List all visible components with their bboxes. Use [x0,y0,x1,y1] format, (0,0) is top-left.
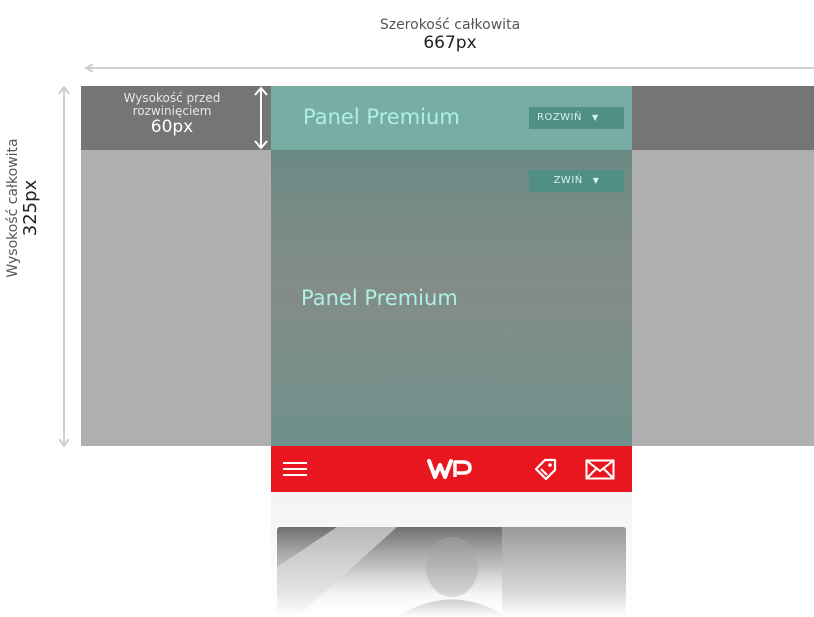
total-width-annotation: Szerokość całkowita 667px [340,16,560,52]
menu-icon[interactable] [283,461,307,477]
wp-header-bar [271,446,632,492]
width-arrow-icon [84,64,814,72]
height-arrow-icon [58,86,70,448]
panel-collapsed: Panel Premium ROZWIŃ ▼ [271,86,632,150]
mail-icon[interactable] [585,459,615,480]
article-photo-image [277,527,626,617]
pre-expand-label: Wysokość przed rozwinięciem [123,91,221,118]
panel-expanded: ZWIŃ ▼ Panel Premium [271,150,632,446]
total-width-value: 667px [423,33,477,53]
wp-logo-icon[interactable] [427,457,475,481]
expand-button-label: ROZWIŃ [537,112,582,123]
pre-expand-annotation: Wysokość przed rozwinięciem 60px [100,92,244,137]
article-photo[interactable] [277,527,626,617]
panel-expanded-title: Panel Premium [301,286,458,310]
expand-button[interactable]: ROZWIŃ ▼ [529,107,624,129]
collapse-button[interactable]: ZWIŃ ▼ [529,170,624,192]
caret-down-icon: ▼ [592,176,600,185]
total-height-value: 325px [20,179,41,237]
collapse-button-label: ZWIŃ [553,175,583,186]
total-width-label: Szerokość całkowita [379,17,521,33]
panel-collapsed-title: Panel Premium [303,105,460,129]
total-height-annotation: Wysokość całkowita 325px [4,68,41,348]
pre-expand-arrow-icon [254,86,268,150]
pre-expand-value: 60px [150,117,194,137]
tag-icon[interactable] [533,457,559,481]
caret-down-icon: ▼ [592,113,599,122]
